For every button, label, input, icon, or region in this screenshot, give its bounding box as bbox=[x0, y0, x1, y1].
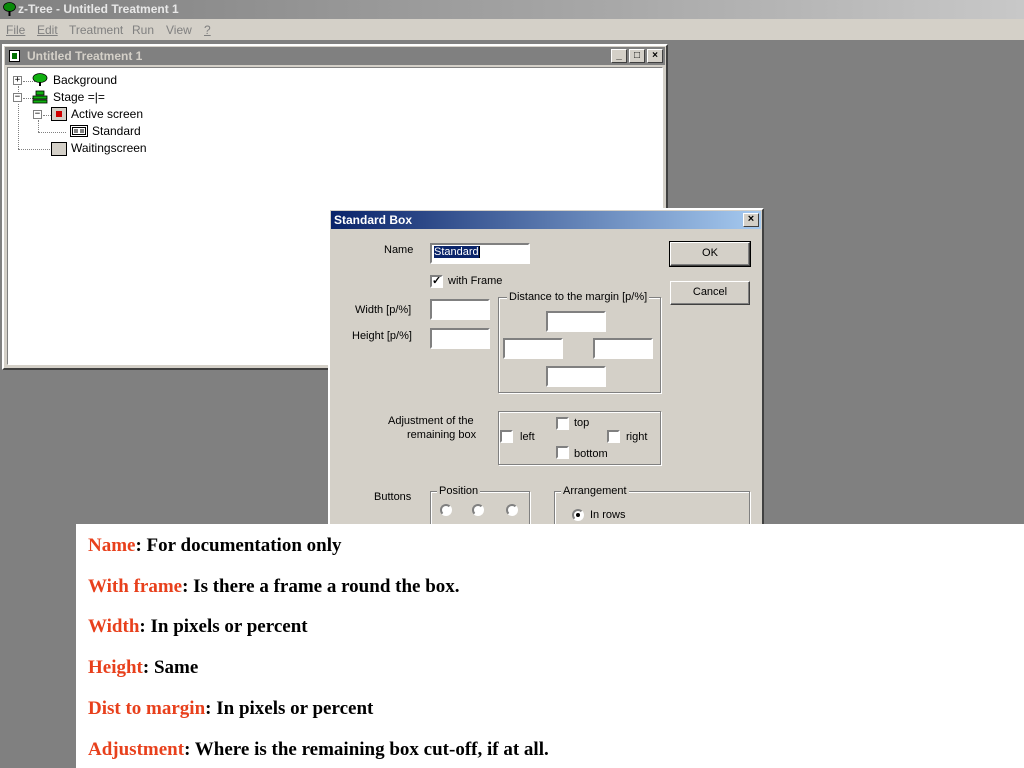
note-name: Name: For documentation only bbox=[88, 535, 342, 557]
cancel-button[interactable]: Cancel bbox=[670, 281, 750, 305]
treatment-icon bbox=[9, 50, 20, 62]
arrangement-in-rows-label: In rows bbox=[590, 509, 626, 521]
note-term: Adjustment bbox=[88, 739, 185, 760]
note-term: Name bbox=[88, 535, 136, 556]
margin-left-input[interactable] bbox=[503, 338, 563, 359]
adjust-right-checkbox[interactable] bbox=[607, 430, 620, 443]
app-title: z-Tree - Untitled Treatment 1 bbox=[18, 2, 179, 16]
tree-connector bbox=[18, 104, 19, 149]
tree-connector bbox=[38, 120, 39, 132]
restore-button[interactable]: □ bbox=[629, 49, 645, 63]
note-text: : In pixels or percent bbox=[205, 698, 374, 719]
name-input-value: Standard bbox=[434, 246, 479, 258]
adjust-bottom-label: bottom bbox=[574, 448, 608, 460]
waiting-screen-icon bbox=[51, 142, 67, 156]
note-width: Width: In pixels or percent bbox=[88, 616, 308, 638]
adjustment-label-line2: remaining box bbox=[407, 429, 477, 441]
note-term: Width bbox=[88, 616, 140, 637]
ok-button[interactable]: OK bbox=[669, 241, 751, 267]
collapse-active-screen[interactable]: − bbox=[33, 110, 42, 119]
position-radio-2[interactable] bbox=[472, 504, 484, 516]
with-frame-checkbox[interactable]: ✓ bbox=[430, 275, 443, 288]
menu-treatment[interactable]: Treatment bbox=[69, 23, 123, 37]
adjust-top-label: top bbox=[574, 417, 590, 429]
menu-run[interactable]: Run bbox=[132, 23, 154, 37]
note-height: Height: Same bbox=[88, 657, 198, 679]
treatment-window-title-bar[interactable]: Untitled Treatment 1 _ □ × bbox=[5, 47, 665, 65]
close-button[interactable]: × bbox=[647, 49, 663, 63]
adjustment-label-line1: Adjustment of the bbox=[388, 415, 474, 427]
menu-edit[interactable]: Edit bbox=[37, 23, 58, 37]
notes-panel: Name: For documentation only With frame:… bbox=[76, 524, 1024, 768]
position-radio-3[interactable] bbox=[506, 504, 518, 516]
note-with-frame: With frame: Is there a frame a round the… bbox=[88, 576, 460, 598]
menu-help[interactable]: ? bbox=[204, 23, 211, 37]
note-term: Height bbox=[88, 657, 143, 678]
name-input[interactable]: Standard bbox=[430, 243, 530, 264]
adjust-top-checkbox[interactable] bbox=[556, 417, 569, 430]
adjust-right-label: right bbox=[626, 431, 648, 443]
dialog-title: Standard Box bbox=[334, 213, 413, 227]
tree-item-standard[interactable]: Standard bbox=[92, 124, 141, 138]
tree-item-waitingscreen[interactable]: Waitingscreen bbox=[71, 141, 147, 155]
with-frame-label: with Frame bbox=[448, 275, 503, 287]
note-term: Dist to margin bbox=[88, 698, 206, 719]
text-caret bbox=[478, 246, 480, 259]
adjust-left-checkbox[interactable] bbox=[500, 430, 513, 443]
tree-item-active-screen[interactable]: Active screen bbox=[71, 107, 143, 121]
margin-right-input[interactable] bbox=[593, 338, 653, 359]
collapse-stage[interactable]: − bbox=[13, 93, 22, 102]
name-label: Name bbox=[384, 244, 414, 256]
margin-bottom-input[interactable] bbox=[546, 366, 606, 387]
menu-view[interactable]: View bbox=[166, 23, 192, 37]
note-adjustment: Adjustment: Where is the remaining box c… bbox=[88, 739, 549, 761]
height-label: Height [p/%] bbox=[352, 330, 412, 342]
adjust-left-label: left bbox=[520, 431, 535, 443]
note-text: : Where is the remaining box cut-off, if… bbox=[184, 739, 549, 760]
width-label: Width [p/%] bbox=[355, 304, 412, 316]
active-screen-icon bbox=[51, 107, 67, 121]
standard-box-icon bbox=[70, 125, 88, 137]
arrangement-group-title: Arrangement bbox=[561, 484, 629, 498]
tree-item-stage[interactable]: Stage =|= bbox=[53, 90, 105, 104]
margin-top-input[interactable] bbox=[546, 311, 606, 332]
arrangement-in-rows-radio[interactable] bbox=[572, 509, 584, 521]
tree-connector bbox=[38, 132, 66, 133]
menu-file[interactable]: File bbox=[6, 23, 25, 37]
app-title-bar: z-Tree - Untitled Treatment 1 bbox=[0, 0, 1024, 19]
stage-icon bbox=[32, 90, 48, 104]
dialog-title-bar[interactable]: Standard Box × bbox=[331, 211, 761, 229]
standard-box-dialog[interactable]: Standard Box × Name Standard ✓ with Fram… bbox=[328, 208, 764, 551]
position-group-title: Position bbox=[437, 484, 481, 498]
note-text: : For documentation only bbox=[135, 535, 342, 556]
note-text: : In pixels or percent bbox=[139, 616, 308, 637]
ztree-logo-icon bbox=[3, 2, 16, 16]
note-text: : Same bbox=[142, 657, 199, 678]
position-radio-1[interactable] bbox=[440, 504, 452, 516]
tree-connector bbox=[43, 115, 51, 116]
dialog-close-button[interactable]: × bbox=[743, 213, 759, 227]
tree-item-background[interactable]: Background bbox=[53, 73, 117, 87]
background-globe-icon bbox=[32, 73, 48, 86]
width-input[interactable] bbox=[430, 299, 490, 320]
adjust-bottom-checkbox[interactable] bbox=[556, 446, 569, 459]
menu-bar: File Edit Treatment Run View ? bbox=[0, 19, 1024, 41]
distance-margin-group-title: Distance to the margin [p/%] bbox=[507, 290, 650, 304]
tree-connector bbox=[18, 149, 50, 150]
buttons-label: Buttons bbox=[374, 491, 412, 503]
note-term: With frame bbox=[88, 576, 183, 597]
minimize-button[interactable]: _ bbox=[611, 49, 627, 63]
treatment-window-title: Untitled Treatment 1 bbox=[27, 49, 143, 63]
note-text: : Is there a frame a round the box. bbox=[182, 576, 460, 597]
height-input[interactable] bbox=[430, 328, 490, 349]
expand-background[interactable]: + bbox=[13, 76, 22, 85]
note-dist-margin: Dist to margin: In pixels or percent bbox=[88, 698, 373, 720]
